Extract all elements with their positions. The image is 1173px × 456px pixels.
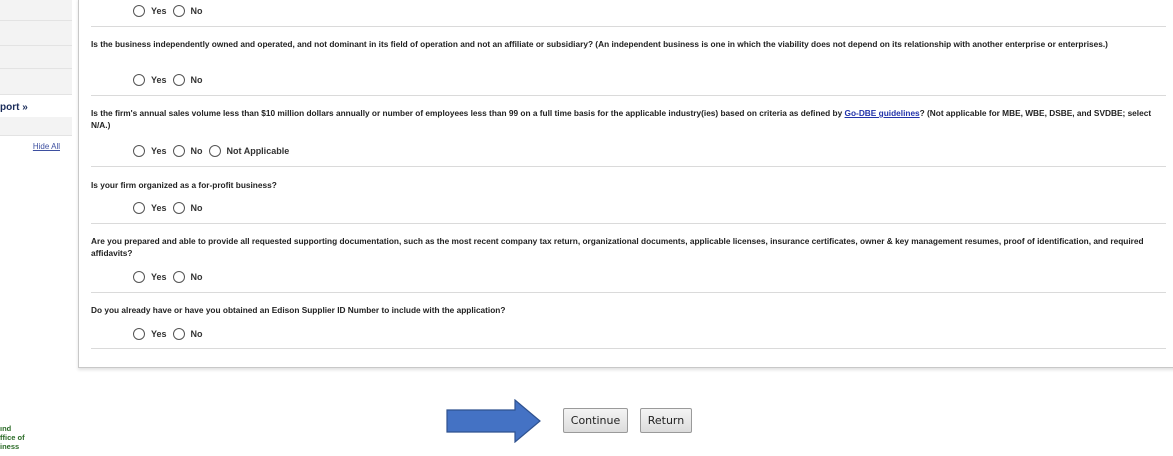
radio-button[interactable] — [133, 5, 145, 17]
option-not-applicable[interactable]: Not Applicable — [208, 145, 289, 157]
divider — [91, 292, 1166, 293]
continue-button[interactable]: Continue — [563, 408, 628, 433]
option-no[interactable]: No — [172, 271, 203, 283]
hide-all-link[interactable]: Hide All — [33, 142, 60, 151]
radio-button[interactable] — [133, 328, 145, 340]
radio-group-q3: Yes No — [133, 202, 209, 214]
radio-button[interactable] — [172, 5, 185, 17]
divider — [91, 166, 1166, 167]
divider — [91, 95, 1166, 96]
radio-button[interactable] — [208, 145, 221, 157]
radio-group-q0: Yes No — [133, 5, 209, 17]
radio-group-q1: Yes No — [133, 74, 209, 86]
option-yes[interactable]: Yes — [133, 74, 167, 86]
option-no[interactable]: No — [172, 328, 203, 340]
question-text: Is the firm's annual sales volume less t… — [91, 108, 1152, 130]
footer-line: ınd — [0, 424, 12, 433]
sidebar-row — [0, 21, 72, 46]
option-no[interactable]: No — [172, 145, 203, 157]
blue-arrow-icon — [446, 399, 541, 443]
radio-button[interactable] — [172, 328, 185, 340]
radio-button[interactable] — [133, 271, 145, 283]
option-yes[interactable]: Yes — [133, 328, 167, 340]
sidebar-row — [0, 69, 72, 95]
divider — [91, 26, 1166, 27]
radio-button[interactable] — [133, 202, 145, 214]
divider — [91, 348, 1166, 349]
option-no[interactable]: No — [172, 5, 203, 17]
radio-button[interactable] — [133, 74, 145, 86]
radio-group-q2: Yes No Not Applicable — [133, 145, 295, 157]
question-text: Is your firm organized as a for-profit b… — [91, 180, 277, 190]
option-yes[interactable]: Yes — [133, 271, 167, 283]
question-text: Do you already have or have you obtained… — [91, 305, 506, 315]
radio-button[interactable] — [172, 145, 185, 157]
left-sidebar: port » Hide All ınd ffice of iness — [0, 0, 72, 456]
question-text: Are you prepared and able to provide all… — [91, 236, 1144, 258]
sidebar-row — [0, 117, 72, 136]
sidebar-row — [0, 0, 72, 21]
footer-line: ffice of — [0, 433, 25, 442]
option-yes[interactable]: Yes — [133, 5, 167, 17]
footer-line: iness — [0, 442, 20, 451]
question-text: Is the business independently owned and … — [91, 39, 1108, 49]
footer-text: ınd ffice of iness — [0, 424, 40, 451]
option-yes[interactable]: Yes — [133, 145, 167, 157]
option-no[interactable]: No — [172, 74, 203, 86]
divider — [91, 223, 1166, 224]
radio-button[interactable] — [172, 271, 185, 283]
support-link[interactable]: port » — [0, 100, 72, 116]
radio-group-q5: Yes No — [133, 328, 209, 340]
radio-button[interactable] — [133, 145, 145, 157]
go-dbe-guidelines-link[interactable]: Go-DBE guidelines — [845, 108, 920, 118]
option-yes[interactable]: Yes — [133, 202, 167, 214]
return-button[interactable]: Return — [640, 408, 692, 433]
option-no[interactable]: No — [172, 202, 203, 214]
radio-button[interactable] — [172, 202, 185, 214]
questionnaire-panel: Yes No Is the business independently own… — [78, 0, 1173, 368]
radio-button[interactable] — [172, 74, 185, 86]
radio-group-q4: Yes No — [133, 271, 209, 283]
sidebar-row — [0, 46, 72, 69]
